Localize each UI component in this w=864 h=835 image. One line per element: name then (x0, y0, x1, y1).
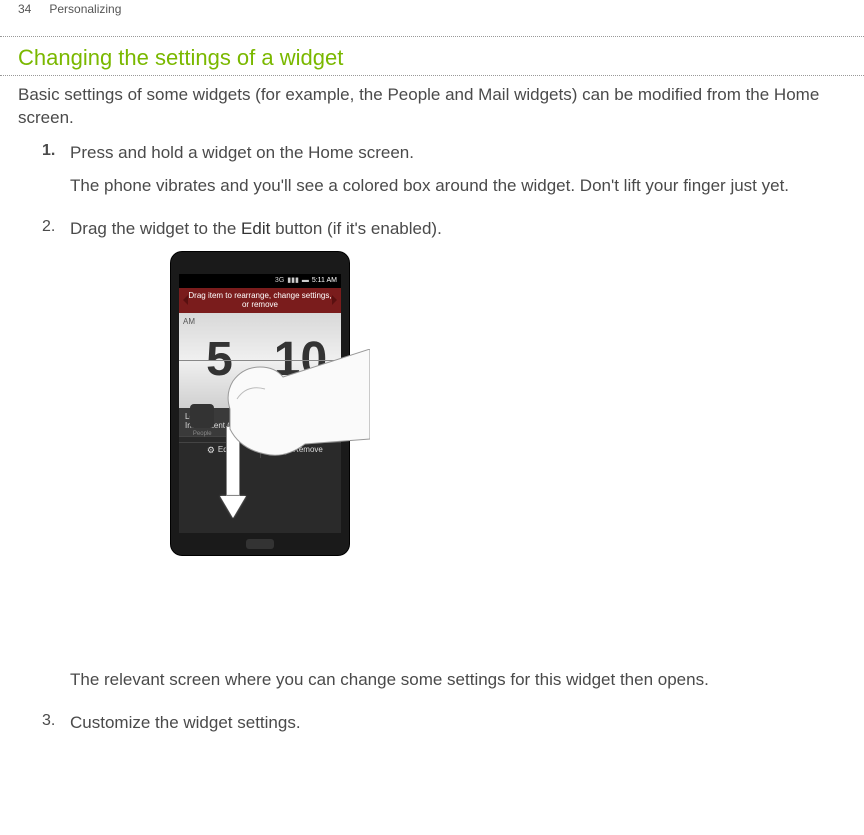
gear-icon: ⚙ (207, 444, 215, 456)
camera-icon (306, 404, 330, 428)
step-bold: Edit (241, 219, 270, 238)
app-camera: Camera (304, 404, 332, 438)
step-content: Drag the widget to the Edit button (if i… (70, 218, 846, 702)
step-prefix: Drag the widget to the (70, 219, 241, 238)
step-suffix: button (if it's enabled). (270, 219, 441, 238)
arrow-down-icon (220, 426, 246, 526)
step-number: 3. (42, 712, 58, 735)
home-button (246, 539, 274, 549)
phone-screen: 3G ▮▮▮ ▬ 5:11 AM Drag item to rearrange,… (179, 274, 341, 533)
drag-banner: Drag item to rearrange, change settings,… (179, 288, 341, 313)
intro-paragraph: Basic settings of some widgets (for exam… (18, 76, 846, 142)
clock-widget: AM 5 10 (179, 313, 341, 408)
step-2: 2. Drag the widget to the Edit button (i… (42, 218, 846, 702)
status-time: 5:11 AM (312, 276, 337, 285)
section-name: Personalizing (49, 2, 121, 16)
internet-icon (267, 404, 291, 428)
step-content: Customize the widget settings. (70, 712, 846, 735)
app-internet: Internet (265, 404, 293, 438)
app-icons-row: People Messages Internet (179, 404, 341, 438)
messages-icon (229, 404, 253, 428)
status-bar: 3G ▮▮▮ ▬ 5:11 AM (179, 274, 341, 288)
step-number: 2. (42, 218, 58, 702)
app-label: Camera (307, 431, 328, 437)
phone-illustration: 3G ▮▮▮ ▬ 5:11 AM Drag item to rearrange,… (70, 251, 370, 661)
page-header: 34 Personalizing (0, 0, 864, 16)
step-content: Press and hold a widget on the Home scre… (70, 142, 846, 208)
remove-button[interactable]: 🗑 Remove (261, 443, 342, 458)
step-1: 1. Press and hold a widget on the Home s… (42, 142, 846, 208)
signal-3g-icon: 3G (275, 276, 284, 285)
page-number: 34 (18, 2, 31, 16)
clock-hour: 5 (179, 313, 260, 408)
section-heading: Changing the settings of a widget (18, 37, 846, 75)
trash-icon: 🗑 (279, 444, 290, 456)
step-main-text: Press and hold a widget on the Home scre… (70, 142, 846, 165)
phone-body: 3G ▮▮▮ ▬ 5:11 AM Drag item to rearrange,… (170, 251, 350, 556)
step-result-text: The relevant screen where you can change… (70, 669, 846, 692)
app-label: People (193, 431, 212, 437)
step-main-text: Drag the widget to the Edit button (if i… (70, 218, 846, 241)
app-people: People (188, 404, 216, 438)
app-label: Internet (269, 431, 289, 437)
step-main-text: Customize the widget settings. (70, 712, 846, 735)
steps-list: 1. Press and hold a widget on the Home s… (18, 142, 846, 735)
step-sub-text: The phone vibrates and you'll see a colo… (70, 175, 846, 198)
battery-icon: ▬ (302, 276, 309, 285)
bottom-bar: ⚙ Edit 🗑 Remove (179, 442, 341, 458)
step-3: 3. Customize the widget settings. (42, 712, 846, 735)
signal-bars-icon: ▮▮▮ (287, 276, 299, 285)
step-number: 1. (42, 142, 58, 208)
clock-minute: 10 (260, 313, 341, 408)
remove-label: Remove (293, 445, 323, 456)
people-icon (190, 404, 214, 428)
